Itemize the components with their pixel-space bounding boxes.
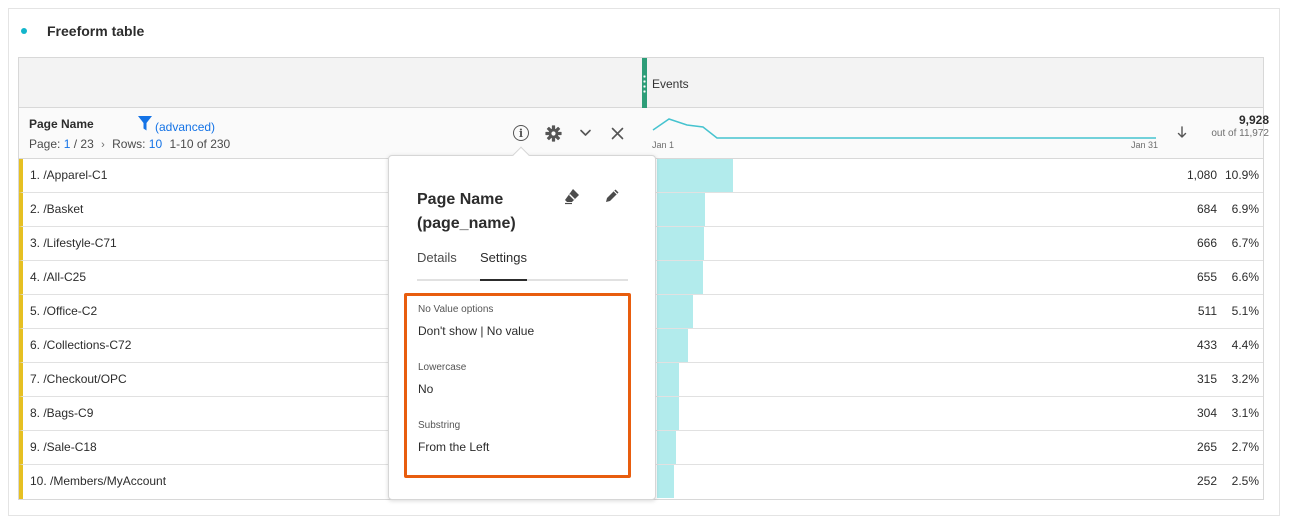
row-value-bar [657, 261, 703, 294]
row-value-bar [657, 465, 674, 498]
panel-status-dot [21, 28, 27, 34]
row-value: 666 [1196, 236, 1217, 250]
rows-range: 1-10 of 230 [169, 137, 231, 151]
drag-handle-dots-icon [643, 74, 646, 94]
tab-details[interactable]: Details [417, 250, 457, 277]
substring-label: Substring [418, 420, 461, 431]
close-icon[interactable] [611, 127, 624, 140]
rows-per-page[interactable]: 10 [149, 137, 162, 151]
page-current[interactable]: 1 [64, 137, 71, 151]
row-value-bar [657, 159, 733, 192]
row-percent: 3.1% [1231, 406, 1259, 420]
row-percent: 2.7% [1231, 440, 1259, 454]
row-percent: 3.2% [1231, 372, 1259, 386]
row-value: 252 [1196, 474, 1217, 488]
row-value: 265 [1196, 440, 1217, 454]
row-label[interactable]: 6. /Collections-C72 [30, 338, 131, 352]
row-percent: 6.7% [1231, 236, 1259, 250]
row-value-bar [657, 397, 679, 430]
settings-highlight-box: No Value options Don't show | No value L… [404, 293, 631, 478]
row-label[interactable]: 8. /Bags-C9 [30, 406, 93, 420]
row-value: 511 [1197, 304, 1217, 318]
page-total: / 23 [73, 137, 94, 151]
row-label[interactable]: 4. /All-C25 [30, 270, 86, 284]
row-value: 304 [1196, 406, 1217, 420]
sparkline-end-label: Jan 31 [1131, 140, 1159, 150]
row-value-bar [657, 295, 693, 328]
row-label[interactable]: 5. /Office-C2 [30, 304, 97, 318]
metric-header: Events [19, 58, 1263, 108]
row-label[interactable]: 2. /Basket [30, 202, 83, 216]
metric-column-title[interactable]: Events [652, 77, 689, 91]
row-value: 684 [1196, 202, 1217, 216]
row-value-bar [657, 329, 688, 362]
dimension-info-popover: Page Name (page_name) Details Settings N… [388, 146, 656, 500]
row-percent: 2.5% [1231, 474, 1259, 488]
sparkline-chart [652, 118, 1156, 139]
row-value: 315 [1196, 372, 1217, 386]
info-icon[interactable]: i [513, 125, 529, 141]
row-percent: 4.4% [1231, 338, 1259, 352]
advanced-filter-link[interactable]: (advanced) [155, 120, 215, 134]
sparkline-start-label: Jan 1 [652, 140, 675, 150]
row-percent: 6.6% [1231, 270, 1259, 284]
row-label[interactable]: 7. /Checkout/OPC [30, 372, 127, 386]
filter-icon[interactable] [137, 115, 153, 132]
eraser-icon[interactable] [563, 187, 581, 205]
row-label[interactable]: 1. /Apparel-C1 [30, 168, 107, 182]
row-label[interactable]: 3. /Lifestyle-C71 [30, 236, 117, 250]
pager: Page: 1 / 23 › Rows: 10 1-10 of 230 [29, 137, 230, 151]
no-value-options-label: No Value options [418, 304, 494, 315]
row-value-bar [657, 193, 705, 226]
row-value-bar [657, 363, 679, 396]
column-total-sub: out of 11,972 [1211, 128, 1269, 139]
column-total-value: 9,928 [1238, 113, 1269, 127]
dimension-title[interactable]: Page Name [29, 117, 94, 131]
pencil-icon[interactable] [603, 187, 621, 205]
substring-value: From the Left [418, 440, 490, 454]
row-label[interactable]: 10. /Members/MyAccount [30, 474, 166, 488]
panel-header: Freeform table [21, 23, 144, 39]
lowercase-label: Lowercase [418, 362, 467, 373]
no-value-options-value: Don't show | No value [418, 324, 535, 338]
row-value-bar [657, 431, 676, 464]
panel-title: Freeform table [47, 23, 145, 39]
row-label[interactable]: 9. /Sale-C18 [30, 440, 97, 454]
lowercase-value: No [418, 382, 434, 396]
chevron-down-icon[interactable] [579, 128, 592, 138]
gear-icon[interactable] [544, 124, 563, 143]
row-percent: 10.9% [1224, 168, 1259, 182]
popover-tabs: Details Settings [417, 248, 628, 281]
popover-title: Page Name (page_name) [417, 191, 516, 232]
rows-label: Rows: [112, 137, 146, 151]
row-value: 433 [1196, 338, 1217, 352]
tab-settings[interactable]: Settings [480, 250, 527, 281]
row-percent: 5.1% [1231, 304, 1259, 318]
sort-down-icon[interactable] [1177, 126, 1187, 139]
row-value-bar [657, 227, 704, 260]
row-value: 1,080 [1186, 168, 1217, 182]
next-page-icon[interactable]: › [101, 139, 105, 151]
row-value: 655 [1196, 270, 1217, 284]
row-percent: 6.9% [1231, 202, 1259, 216]
page-label: Page: [29, 137, 61, 151]
